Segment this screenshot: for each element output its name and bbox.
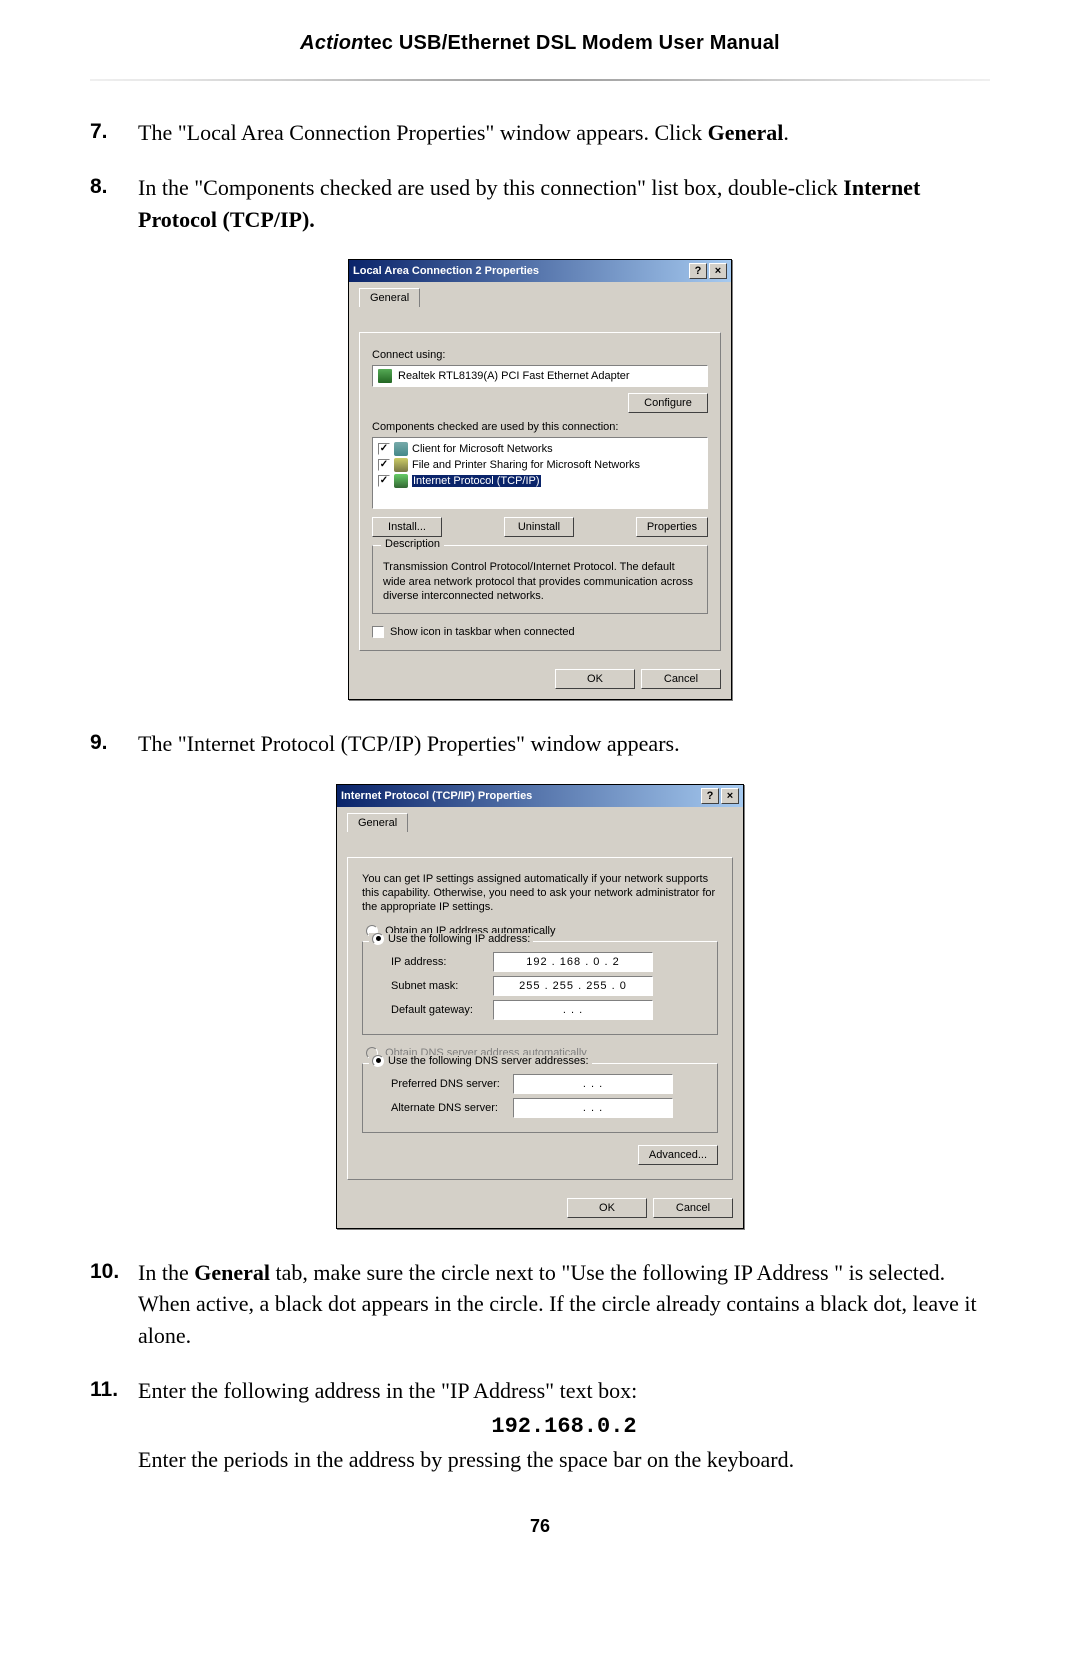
tcpip-icon — [394, 474, 408, 488]
close-button[interactable]: × — [721, 788, 739, 804]
connect-using-label: Connect using: — [372, 349, 708, 361]
preferred-dns-label: Preferred DNS server: — [373, 1078, 513, 1090]
radio-use-ip-label: Use the following IP address: — [388, 933, 530, 945]
step-10: 10. In the General tab, make sure the ci… — [90, 1257, 990, 1351]
step-text: tab, make sure the circle next to "Use t… — [270, 1260, 734, 1285]
components-label: Components checked are used by this conn… — [372, 421, 708, 433]
help-button[interactable]: ? — [701, 788, 719, 804]
radio-use-dns[interactable] — [372, 1055, 384, 1067]
dialog-titlebar[interactable]: Internet Protocol (TCP/IP) Properties ? … — [337, 785, 743, 807]
description-text: Transmission Control Protocol/Internet P… — [383, 560, 697, 603]
cancel-button[interactable]: Cancel — [641, 669, 721, 689]
step-number: 10. — [90, 1257, 119, 1287]
header-title-rest: USB/Ethernet DSL Modem User Manual — [393, 32, 780, 54]
tab-general[interactable]: General — [347, 813, 408, 832]
tab-general[interactable]: General — [359, 288, 420, 307]
step-7: 7. The "Local Area Connection Properties… — [90, 117, 990, 148]
configure-button[interactable]: Configure — [628, 393, 708, 413]
step-bold: General — [194, 1260, 270, 1285]
radio-use-dns-label: Use the following DNS server addresses: — [388, 1055, 589, 1067]
list-item-label-selected: Internet Protocol (TCP/IP) — [412, 475, 541, 487]
ip-address-group: Use the following IP address: IP address… — [362, 941, 718, 1035]
step-9: 9. The "Internet Protocol (TCP/IP) Prope… — [90, 728, 990, 759]
ok-button[interactable]: OK — [555, 669, 635, 689]
step-text: ) Properties" window appears. — [414, 731, 680, 756]
checkbox-icon[interactable] — [378, 443, 390, 455]
brand-prefix: Action — [300, 32, 363, 54]
adapter-name: Realtek RTL8139(A) PCI Fast Ethernet Ada… — [398, 370, 630, 382]
step-text: The "Local Area Connection Properties" w… — [138, 120, 708, 145]
instruction-list: 10. In the General tab, make sure the ci… — [90, 1257, 990, 1476]
list-item-label: Client for Microsoft Networks — [412, 443, 553, 455]
instruction-list: 7. The "Local Area Connection Properties… — [90, 117, 990, 235]
ip-address-input[interactable]: 192 . 168 . 0 . 2 — [493, 952, 653, 972]
step-text: In the — [138, 1260, 194, 1285]
checkbox-icon[interactable] — [378, 459, 390, 471]
step-text: . — [783, 120, 789, 145]
step-smallcaps: TCP/IP — [230, 207, 302, 232]
radio-use-ip[interactable] — [372, 933, 384, 945]
alternate-dns-label: Alternate DNS server: — [373, 1102, 513, 1114]
step-text: Enter the following address in the " — [138, 1378, 450, 1403]
description-group: Transmission Control Protocol/Internet P… — [372, 545, 708, 614]
list-item[interactable]: File and Printer Sharing for Microsoft N… — [378, 457, 702, 473]
dialog-tcpip-properties: Internet Protocol (TCP/IP) Properties ? … — [336, 784, 744, 1229]
advanced-button[interactable]: Advanced... — [638, 1145, 718, 1165]
uninstall-button[interactable]: Uninstall — [504, 517, 574, 537]
brand-suffix: tec — [364, 32, 394, 54]
close-button[interactable]: × — [709, 263, 727, 279]
step-number: 7. — [90, 117, 108, 147]
client-icon — [394, 442, 408, 456]
figure-lan-properties: Local Area Connection 2 Properties ? × G… — [90, 259, 990, 700]
step-number: 11. — [90, 1375, 118, 1405]
list-item-label: File and Printer Sharing for Microsoft N… — [412, 459, 640, 471]
adapter-icon — [378, 369, 392, 383]
list-item[interactable]: Internet Protocol (TCP/IP) — [378, 473, 702, 489]
step-number: 8. — [90, 172, 108, 202]
dialog-title: Internet Protocol (TCP/IP) Properties — [341, 790, 532, 802]
file-printer-icon — [394, 458, 408, 472]
tcpip-intro: You can get IP settings assigned automat… — [362, 872, 718, 915]
show-icon-label: Show icon in taskbar when connected — [390, 626, 575, 638]
help-button[interactable]: ? — [689, 263, 707, 279]
dialog-lan-properties: Local Area Connection 2 Properties ? × G… — [348, 259, 732, 700]
components-listbox[interactable]: Client for Microsoft Networks File and P… — [372, 437, 708, 509]
step-smallcaps: IP — [733, 1260, 752, 1285]
step-bold: General — [708, 120, 784, 145]
ip-address-label: IP address: — [373, 956, 493, 968]
preferred-dns-input[interactable]: . . . — [513, 1074, 673, 1094]
show-icon-checkbox[interactable] — [372, 626, 384, 638]
page-header: Actiontec USB/Ethernet DSL Modem User Ma… — [90, 32, 990, 73]
dns-group: Use the following DNS server addresses: … — [362, 1063, 718, 1133]
page-number: 76 — [90, 1516, 990, 1537]
subnet-mask-label: Subnet mask: — [373, 980, 493, 992]
install-button[interactable]: Install... — [372, 517, 442, 537]
ip-address-value: 192.168.0.2 — [491, 1414, 636, 1439]
dialog-title: Local Area Connection 2 Properties — [353, 265, 539, 277]
default-gateway-input[interactable]: . . . — [493, 1000, 653, 1020]
alternate-dns-input[interactable]: . . . — [513, 1098, 673, 1118]
instruction-list: 9. The "Internet Protocol (TCP/IP) Prope… — [90, 728, 990, 759]
checkbox-icon[interactable] — [378, 475, 390, 487]
cancel-button[interactable]: Cancel — [653, 1198, 733, 1218]
subnet-mask-input[interactable]: 255 . 255 . 255 . 0 — [493, 976, 653, 996]
adapter-field: Realtek RTL8139(A) PCI Fast Ethernet Ada… — [372, 365, 708, 387]
list-item[interactable]: Client for Microsoft Networks — [378, 441, 702, 457]
step-smallcaps: TCP/IP — [348, 731, 414, 756]
step-text: The "Internet Protocol ( — [138, 731, 348, 756]
header-divider — [90, 73, 990, 87]
dialog-titlebar[interactable]: Local Area Connection 2 Properties ? × — [349, 260, 731, 282]
step-text: Address" text box: — [469, 1378, 637, 1403]
properties-button[interactable]: Properties — [636, 517, 708, 537]
figure-tcpip-properties: Internet Protocol (TCP/IP) Properties ? … — [90, 784, 990, 1229]
step-11: 11. Enter the following address in the "… — [90, 1375, 990, 1475]
ok-button[interactable]: OK — [567, 1198, 647, 1218]
step-number: 9. — [90, 728, 108, 758]
step-smallcaps: IP — [450, 1378, 469, 1403]
step-8: 8. In the "Components checked are used b… — [90, 172, 990, 235]
step-text: Enter the periods in the address by pres… — [138, 1447, 794, 1472]
step-text: In the "Components checked are used by t… — [138, 175, 843, 200]
default-gateway-label: Default gateway: — [373, 1004, 493, 1016]
